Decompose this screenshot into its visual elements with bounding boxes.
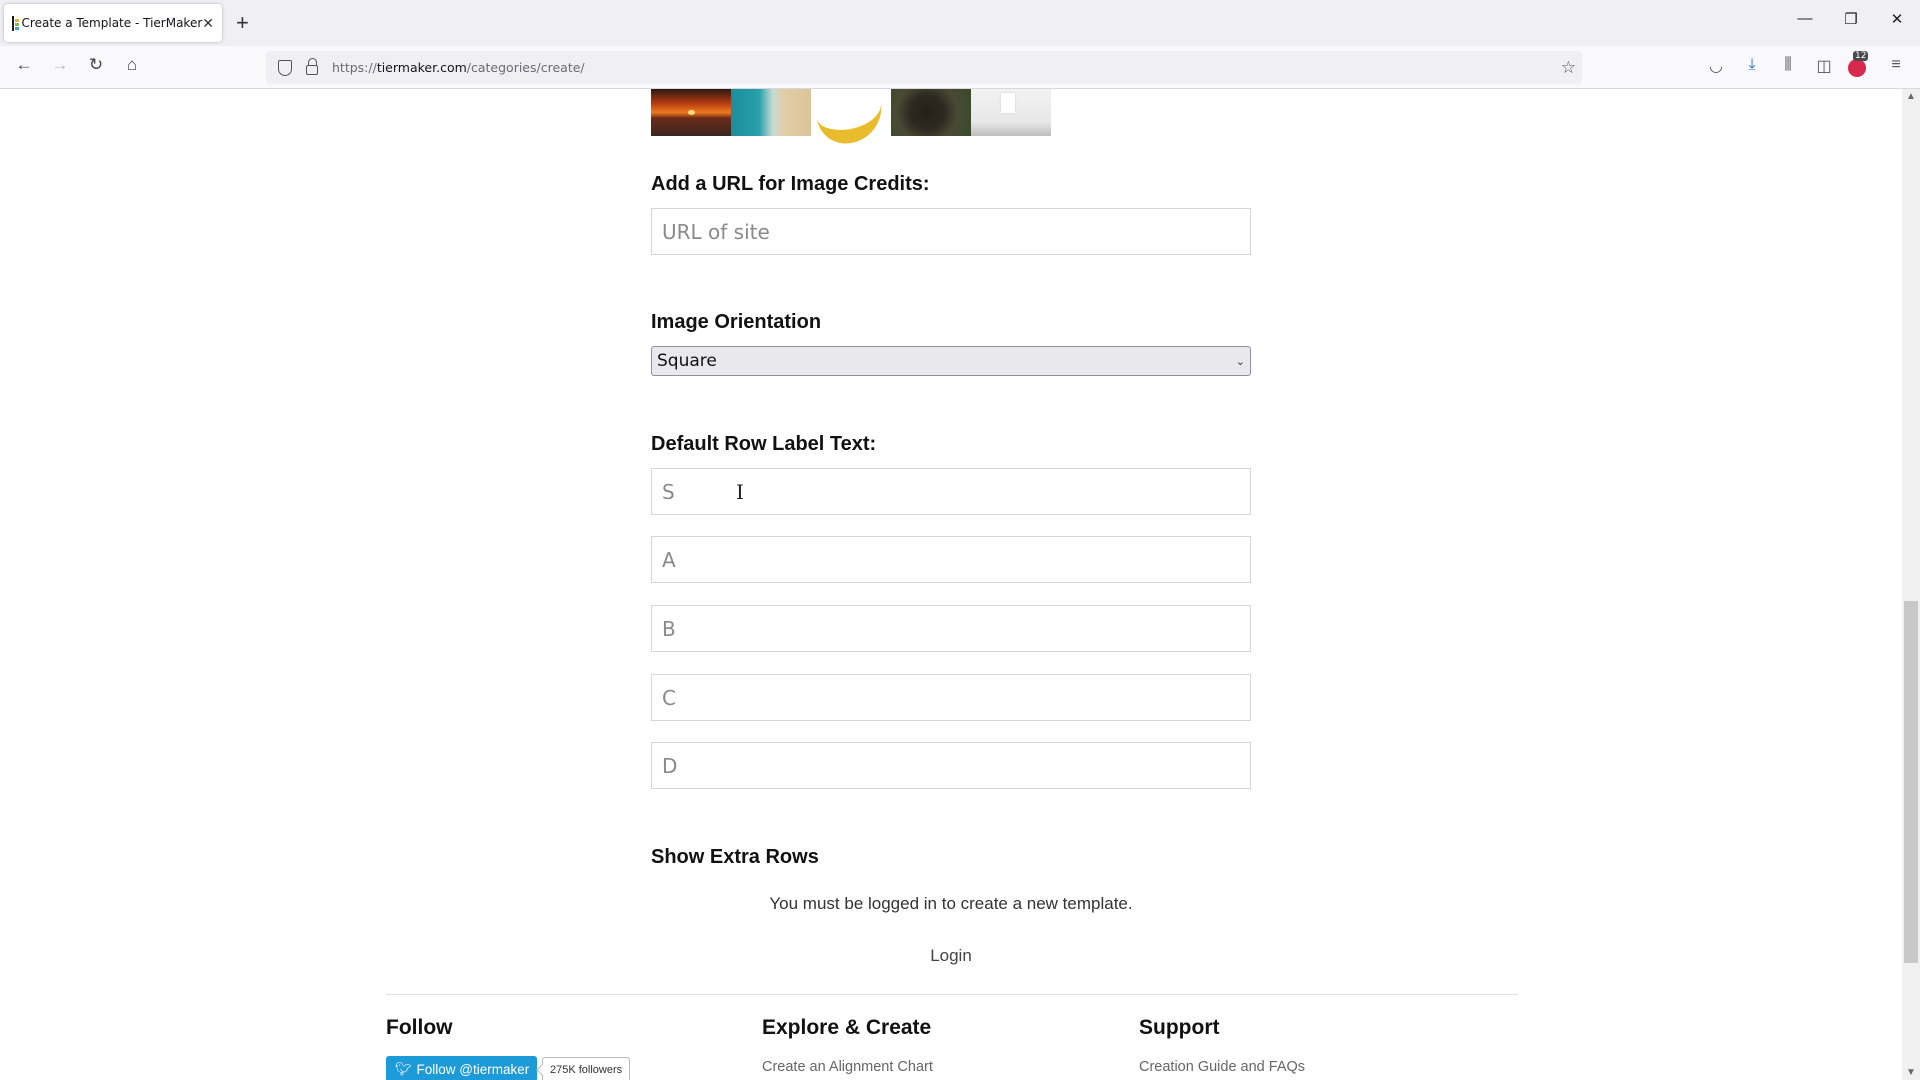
row-label-placeholder: D bbox=[662, 753, 678, 778]
footer-follow-heading: Follow bbox=[386, 1016, 453, 1039]
footer-divider bbox=[386, 994, 1518, 995]
image-credits-label: Add a URL for Image Credits: bbox=[651, 173, 930, 195]
twitter-follow-label: Follow @tiermaker bbox=[416, 1061, 530, 1077]
image-credits-url-input[interactable]: URL of site bbox=[651, 208, 1251, 255]
image-thumbnail-beach[interactable] bbox=[731, 89, 811, 136]
creation-guide-link[interactable]: Creation Guide and FAQs bbox=[1139, 1059, 1305, 1075]
scroll-up-arrow-icon[interactable]: ▲ bbox=[1902, 91, 1920, 102]
twitter-bird-icon: 🐦︎ bbox=[395, 1061, 412, 1076]
page-content: Add a URL for Image Credits: URL of site… bbox=[0, 89, 1902, 1080]
back-button[interactable]: ← bbox=[12, 55, 36, 75]
tiermaker-favicon-icon bbox=[12, 15, 18, 31]
sidebar-icon[interactable]: ◫ bbox=[1812, 56, 1836, 76]
home-button[interactable]: ⌂ bbox=[120, 55, 144, 75]
row-label-placeholder: C bbox=[662, 685, 676, 710]
browser-tab-active[interactable]: Create a Template - TierMaker ✕ bbox=[4, 4, 222, 42]
url-text[interactable]: https://tiermaker.com/categories/create/ bbox=[332, 60, 585, 75]
reload-button[interactable]: ↻ bbox=[84, 55, 108, 75]
image-thumbnail-sunset[interactable] bbox=[651, 89, 731, 136]
row-label-placeholder: B bbox=[662, 616, 676, 641]
bookmark-star-icon[interactable]: ☆ bbox=[1561, 58, 1576, 78]
image-orientation-value: Square bbox=[657, 351, 717, 371]
minimize-button[interactable]: — bbox=[1790, 10, 1820, 27]
restore-button[interactable]: ❐ bbox=[1836, 10, 1866, 28]
uploaded-images-strip bbox=[651, 89, 1051, 136]
login-link[interactable]: Login bbox=[651, 946, 1251, 966]
pocket-icon[interactable]: ◡ bbox=[1704, 56, 1728, 76]
navigation-bar: ← → ↻ ⌂ https://tiermaker.com/categories… bbox=[0, 46, 1920, 89]
library-icon[interactable]: ⫼ bbox=[1776, 56, 1800, 74]
row-label-heading: Default Row Label Text: bbox=[651, 433, 877, 455]
forward-button[interactable]: → bbox=[48, 55, 72, 75]
menu-icon[interactable]: ≡ bbox=[1884, 56, 1908, 74]
row-label-input-a[interactable]: A bbox=[651, 536, 1251, 583]
tab-title: Create a Template - TierMaker bbox=[21, 16, 203, 30]
footer-support-heading: Support bbox=[1139, 1016, 1220, 1039]
create-alignment-chart-link[interactable]: Create an Alignment Chart bbox=[762, 1059, 933, 1075]
show-extra-rows-toggle[interactable]: Show Extra Rows bbox=[651, 846, 819, 869]
image-orientation-select[interactable]: Square ⌄ bbox=[651, 346, 1251, 376]
row-label-input-c[interactable]: C bbox=[651, 674, 1251, 721]
login-required-message: You must be logged in to create a new te… bbox=[769, 894, 1133, 913]
page-scrollbar[interactable]: ▲ ▼ bbox=[1902, 89, 1920, 1080]
image-thumbnail-banana[interactable] bbox=[811, 89, 891, 136]
row-label-input-s[interactable]: S I bbox=[651, 468, 1251, 515]
tab-bar: Create a Template - TierMaker ✕ + — ❐ ✕ bbox=[0, 0, 1920, 46]
twitter-follower-count[interactable]: 275K followers bbox=[542, 1057, 631, 1080]
image-thumbnail-bear[interactable] bbox=[891, 89, 971, 136]
tracking-protection-shield-icon[interactable] bbox=[278, 59, 292, 76]
window-close-button[interactable]: ✕ bbox=[1882, 10, 1912, 28]
lock-icon[interactable] bbox=[306, 58, 318, 75]
address-bar[interactable]: https://tiermaker.com/categories/create/… bbox=[266, 51, 1582, 84]
text-cursor-icon: I bbox=[736, 480, 744, 504]
adblock-extension-icon[interactable]: 12 bbox=[1848, 51, 1869, 77]
image-credits-placeholder: URL of site bbox=[662, 219, 770, 244]
close-tab-icon[interactable]: ✕ bbox=[202, 15, 214, 32]
row-label-input-b[interactable]: B bbox=[651, 605, 1251, 652]
scrollbar-thumb[interactable] bbox=[1904, 601, 1918, 963]
new-tab-button[interactable]: + bbox=[236, 10, 249, 36]
chevron-down-icon: ⌄ bbox=[1235, 354, 1245, 368]
image-orientation-label: Image Orientation bbox=[651, 311, 822, 333]
row-label-placeholder: S bbox=[662, 479, 675, 504]
row-label-input-d[interactable]: D bbox=[651, 742, 1251, 789]
footer-explore-heading: Explore & Create bbox=[762, 1016, 932, 1039]
twitter-follow-button[interactable]: 🐦︎ Follow @tiermaker bbox=[386, 1056, 538, 1080]
image-thumbnail-room[interactable] bbox=[971, 89, 1051, 136]
scroll-down-arrow-icon[interactable]: ▼ bbox=[1902, 1067, 1920, 1078]
downloads-icon[interactable]: ⤓ bbox=[1740, 56, 1764, 74]
row-label-placeholder: A bbox=[662, 547, 676, 572]
